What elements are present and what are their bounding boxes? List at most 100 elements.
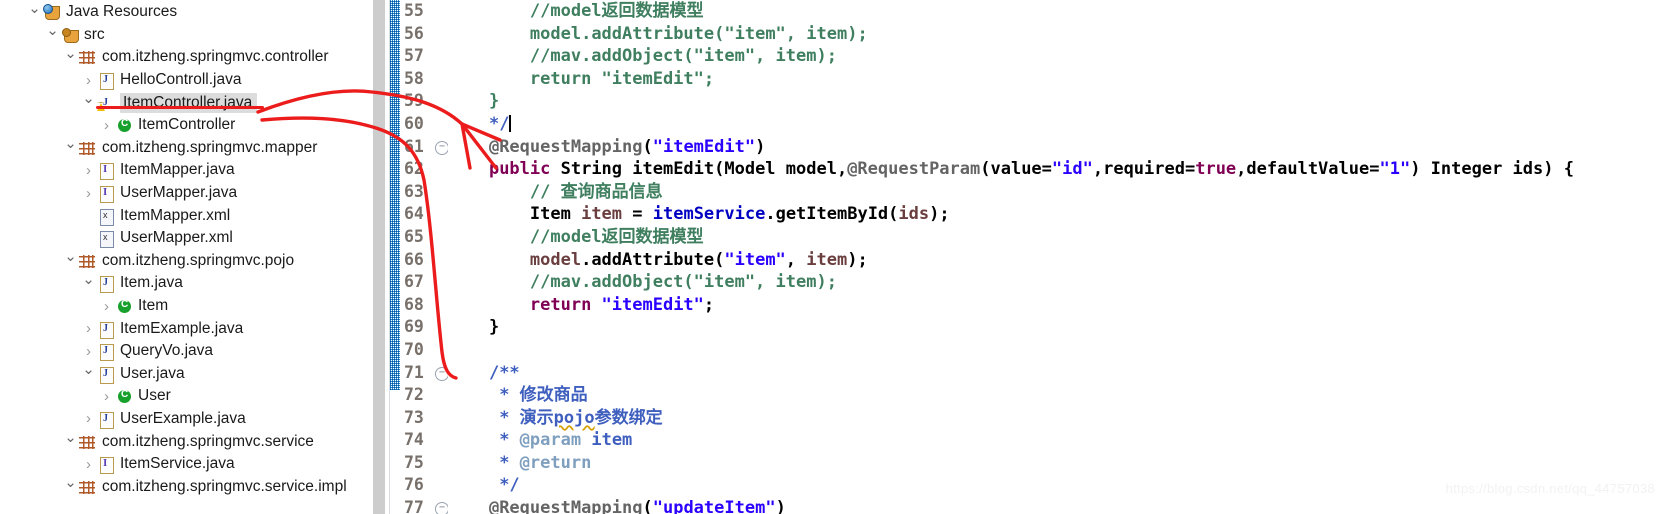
- scrollbar-thumb[interactable]: [373, 0, 385, 514]
- code-line[interactable]: [448, 339, 1667, 362]
- tree-item-label: ItemMapper.java: [120, 161, 235, 179]
- chevron-down-icon[interactable]: [62, 253, 79, 268]
- code-line[interactable]: /**: [448, 362, 1667, 385]
- code-line[interactable]: model.addAttribute("item", item);: [448, 23, 1667, 46]
- tree-item-item[interactable]: Item: [0, 295, 373, 318]
- tree-item-queryvo-java[interactable]: QueryVo.java: [0, 340, 373, 363]
- tree-item-itemexample-java[interactable]: ItemExample.java: [0, 317, 373, 340]
- tree-item-src[interactable]: src: [0, 24, 373, 47]
- tree-item-com-itzheng-springmvc-service[interactable]: com.itzheng.springmvc.service: [0, 430, 373, 453]
- code-token: .addAttribute(: [581, 23, 725, 44]
- code-line[interactable]: //model返回数据模型: [448, 0, 1667, 23]
- code-fold-toggle-icon[interactable]: −: [435, 366, 449, 381]
- code-fold-toggle-icon[interactable]: −: [435, 502, 449, 514]
- tree-item-label: com.itzheng.springmvc.controller: [102, 48, 329, 66]
- chevron-right-icon[interactable]: [98, 118, 115, 133]
- code-token: model: [529, 249, 582, 270]
- code-line[interactable]: }: [448, 316, 1667, 339]
- tree-item-usermapper-xml[interactable]: UserMapper.xml: [0, 227, 373, 250]
- code-line[interactable]: return "itemEdit";: [448, 68, 1667, 91]
- tree-item-itemcontroller[interactable]: ItemController: [0, 114, 373, 137]
- explorer-vertical-scrollbar[interactable]: [373, 0, 385, 514]
- code-line[interactable]: // 查询商品信息: [448, 181, 1667, 204]
- chevron-down-icon[interactable]: [80, 95, 97, 110]
- package-explorer-panel[interactable]: Java Resources src com.itzheng.springmvc.c…: [0, 0, 373, 514]
- code-line[interactable]: @RequestMapping("updateItem"): [448, 497, 1667, 514]
- code-line[interactable]: * 修改商品: [448, 384, 1667, 407]
- code-line[interactable]: * 演示pojo参数绑定: [448, 407, 1667, 430]
- tree-item-user-java[interactable]: User.java: [0, 363, 373, 386]
- package-icon: [79, 251, 99, 270]
- code-token: ,: [785, 249, 807, 270]
- code-line[interactable]: //model返回数据模型: [448, 226, 1667, 249]
- interface-icon: [97, 161, 117, 181]
- chevron-down-icon[interactable]: [62, 140, 79, 155]
- chevron-down-icon[interactable]: [44, 27, 61, 42]
- java-file-icon: [97, 342, 117, 362]
- chevron-right-icon[interactable]: [80, 73, 97, 88]
- chevron-right-icon[interactable]: [80, 163, 97, 178]
- code-token: */: [499, 475, 520, 496]
- code-line[interactable]: model.addAttribute("item", item);: [448, 249, 1667, 272]
- code-line[interactable]: @RequestMapping("itemEdit"): [448, 136, 1667, 159]
- code-line[interactable]: public String itemEdit(Model model,@Requ…: [448, 158, 1667, 181]
- chevron-down-icon[interactable]: [26, 5, 43, 20]
- code-line[interactable]: //mav.addObject("item", item);: [448, 45, 1667, 68]
- java-code-editor[interactable]: 55 56 57 58 59 60 61−62 63 64 65 66 67 68 69 70 71−72 73…: [385, 0, 1667, 514]
- line-number-text: 68: [404, 294, 424, 314]
- chevron-right-icon[interactable]: [80, 321, 97, 336]
- tree-item-com-itzheng-springmvc-controller[interactable]: com.itzheng.springmvc.controller: [0, 46, 373, 69]
- code-token: itemService: [652, 204, 766, 225]
- tree-item-label: com.itzheng.springmvc.pojo: [102, 251, 295, 269]
- code-line[interactable]: * @return: [448, 452, 1667, 475]
- code-token: (: [642, 498, 653, 514]
- chevron-down-icon[interactable]: [62, 50, 79, 65]
- chevron-right-icon[interactable]: [80, 344, 97, 359]
- code-line[interactable]: //mav.addObject("item", item);: [448, 271, 1667, 294]
- chevron-down-icon[interactable]: [80, 276, 97, 291]
- code-fold-toggle-icon[interactable]: −: [435, 140, 449, 155]
- chevron-right-icon[interactable]: [98, 389, 115, 404]
- chevron-down-icon[interactable]: [62, 434, 79, 449]
- code-text-area[interactable]: //model返回数据模型 model.addAttribute("item",…: [448, 0, 1667, 514]
- code-line[interactable]: }: [448, 90, 1667, 113]
- code-line[interactable]: return "itemEdit";: [448, 294, 1667, 317]
- line-number: 60: [400, 113, 448, 136]
- code-line[interactable]: */: [448, 113, 1667, 136]
- tree-item-com-itzheng-springmvc-pojo[interactable]: com.itzheng.springmvc.pojo: [0, 250, 373, 273]
- chevron-down-icon[interactable]: [62, 479, 79, 494]
- line-number-text: 72: [404, 385, 424, 405]
- chevron-right-icon[interactable]: [80, 457, 97, 472]
- tree-item-usermapper-java[interactable]: UserMapper.java: [0, 182, 373, 205]
- code-token: 修改商品: [519, 385, 588, 406]
- tree-item-label: Java Resources: [66, 3, 178, 21]
- tree-item-com-itzheng-springmvc-service-impl[interactable]: com.itzheng.springmvc.service.impl: [0, 475, 373, 498]
- chevron-right-icon[interactable]: [98, 299, 115, 314]
- tree-item-hellocontroll-java[interactable]: HelloControll.java: [0, 69, 373, 92]
- tree-item-userexample-java[interactable]: UserExample.java: [0, 408, 373, 431]
- tree-item-com-itzheng-springmvc-mapper[interactable]: com.itzheng.springmvc.mapper: [0, 137, 373, 160]
- tree-item-itemmapper-java[interactable]: ItemMapper.java: [0, 159, 373, 182]
- code-token: ;: [703, 294, 715, 315]
- tree-item-user[interactable]: User: [0, 385, 373, 408]
- code-token: @RequestMapping: [488, 498, 643, 514]
- project-tree[interactable]: Java Resources src com.itzheng.springmvc.c…: [0, 0, 373, 498]
- xml-file-icon: [97, 229, 117, 249]
- chevron-down-icon[interactable]: [80, 366, 97, 381]
- chevron-right-icon[interactable]: [80, 186, 97, 201]
- tree-item-itemmapper-xml[interactable]: ItemMapper.xml: [0, 204, 373, 227]
- tree-item-item-java[interactable]: Item.java: [0, 272, 373, 295]
- tree-item-itemcontroller-java[interactable]: ItemController.java: [0, 91, 373, 114]
- chevron-right-icon[interactable]: [80, 411, 97, 426]
- code-token: ids: [898, 204, 930, 225]
- code-token: );: [847, 249, 868, 270]
- code-line[interactable]: Item item = itemService.getItemById(ids)…: [448, 203, 1667, 226]
- class-icon: [115, 116, 135, 134]
- tree-item-java-resources[interactable]: Java Resources: [0, 1, 373, 24]
- code-line[interactable]: * @param item: [448, 429, 1667, 452]
- tree-item-itemservice-java[interactable]: ItemService.java: [0, 453, 373, 476]
